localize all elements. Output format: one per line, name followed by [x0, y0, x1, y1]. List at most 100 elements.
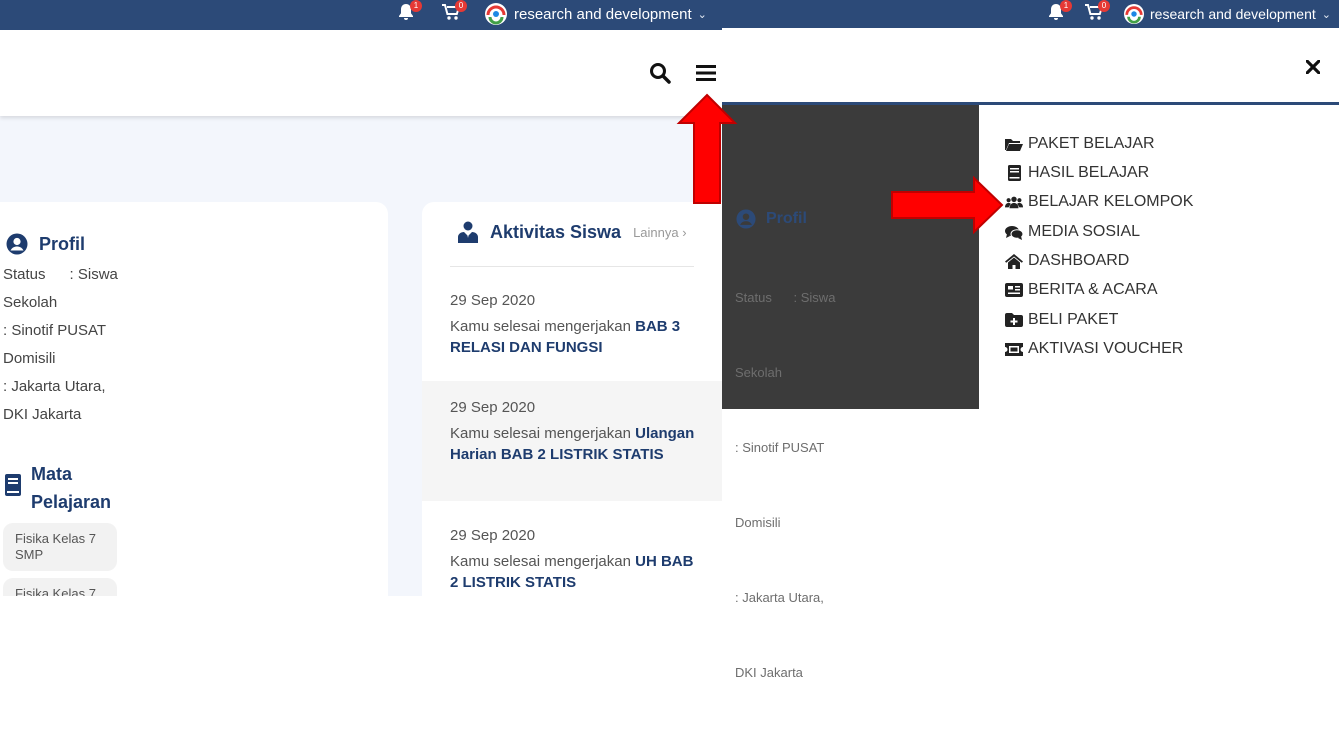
close-button[interactable]: [1304, 58, 1322, 76]
users-icon: [1005, 194, 1023, 210]
menu-item-belajar-kelompok[interactable]: BELAJAR KELOMPOK: [1005, 190, 1193, 214]
dim-domisili-value1: : Jakarta Utara,: [735, 590, 824, 605]
domisili-label: Domisili: [3, 350, 56, 367]
comments-icon: [1005, 224, 1023, 240]
folder-plus-icon: [1005, 312, 1023, 328]
top-bar-right: 1 0 research and development ⌄: [722, 0, 1339, 28]
activity-text: Kamu selesai mengerjakan BAB 3 RELASI DA…: [450, 316, 700, 358]
subject-chip[interactable]: Fisika Kelas 7: [3, 578, 117, 596]
menu-item-aktivasi-voucher[interactable]: AKTIVASI VOUCHER: [1005, 337, 1183, 361]
aktivitas-card: Aktivitas Siswa Lainnya › 29 Sep 2020 Ka…: [422, 202, 722, 596]
menu-label: AKTIVASI VOUCHER: [1028, 340, 1184, 357]
app-header: [0, 30, 722, 116]
cart-button[interactable]: 0: [441, 0, 467, 28]
user-name: research and development: [514, 5, 692, 23]
left-screen: Profil Status : Siswa Sekolah : Sinotif P…: [0, 30, 722, 596]
cart-icon: 0: [1084, 0, 1110, 26]
close-icon: [1306, 60, 1320, 74]
chevron-down-icon: ⌄: [697, 8, 707, 21]
up-arrow-annotation: [676, 93, 738, 204]
menu-item-hasil-belajar[interactable]: HASIL BELAJAR: [1005, 161, 1149, 185]
activity-prefix: Kamu selesai mengerjakan: [450, 553, 631, 570]
bell-icon: 1: [396, 0, 422, 26]
lainnya-link[interactable]: Lainnya ›: [633, 225, 686, 240]
menu-item-berita-acara[interactable]: BERITA & ACARA: [1005, 278, 1158, 302]
sekolah-value: : Sinotif PUSAT: [3, 322, 107, 339]
user-avatar: [1124, 4, 1144, 24]
menu-item-beli-paket[interactable]: BELI PAKET: [1005, 308, 1118, 332]
dim-domisili-value2: DKI Jakarta: [735, 665, 803, 680]
user-menu[interactable]: research and development ⌄: [485, 0, 707, 28]
bell-icon: 1: [1046, 0, 1072, 26]
user-circle-icon: [736, 209, 756, 229]
dim-sekolah-value: : Sinotif PUSAT: [735, 440, 825, 455]
menu-label: DASHBOARD: [1028, 252, 1130, 269]
activity-item[interactable]: 29 Sep 2020 Kamu selesai mengerjakan UH …: [422, 501, 722, 596]
dim-status: Status : Siswa: [735, 290, 836, 305]
cart-button[interactable]: 0: [1084, 0, 1110, 28]
sekolah-label: Sekolah: [3, 294, 58, 311]
aktivitas-heading: Aktivitas Siswa Lainnya ›: [456, 221, 687, 243]
notification-button[interactable]: 1: [396, 0, 422, 28]
dim-domisili: Domisili: [735, 515, 781, 530]
activity-text: Kamu selesai mengerjakan UH BAB 2 LISTRI…: [450, 551, 700, 593]
status-label: Status: [3, 266, 46, 283]
activity-item[interactable]: 29 Sep 2020 Kamu selesai mengerjakan BAB…: [422, 280, 722, 381]
mapel-title-line1: Mata: [31, 464, 73, 484]
book-icon: [5, 474, 21, 496]
domisili-value-line2: DKI Jakarta: [3, 406, 82, 423]
user-avatar: [485, 3, 507, 25]
activity-text: Kamu selesai mengerjakan Ulangan Harian …: [450, 423, 700, 465]
menu-item-paket-belajar[interactable]: PAKET BELAJAR: [1005, 132, 1155, 156]
user-menu[interactable]: research and development ⌄: [1124, 0, 1331, 28]
mapel-heading: Mata Pelajaran: [5, 460, 111, 516]
cart-badge: 0: [1098, 0, 1110, 12]
user-tie-icon: [458, 221, 478, 243]
notification-badge: 1: [410, 0, 422, 12]
menu-item-dashboard[interactable]: DASHBOARD: [1005, 249, 1129, 273]
cart-icon: 0: [441, 0, 467, 26]
user-circle-icon: [6, 233, 28, 255]
menu-label: BELI PAKET: [1028, 311, 1119, 328]
activity-date: 29 Sep 2020: [450, 292, 536, 309]
search-icon: [650, 63, 671, 84]
profil-card: Profil Status : Siswa Sekolah : Sinotif P…: [0, 202, 388, 596]
home-icon: [1005, 253, 1023, 269]
activity-prefix: Kamu selesai mengerjakan: [450, 318, 631, 335]
side-menu: PAKET BELAJAR HASIL BELAJAR BELAJAR KELO…: [979, 105, 1339, 595]
book-icon: [1005, 165, 1023, 181]
folder-open-icon: [1005, 136, 1023, 152]
chevron-down-icon: ⌄: [1321, 8, 1331, 21]
activity-date: 29 Sep 2020: [450, 527, 536, 544]
menu-label: PAKET BELAJAR: [1028, 135, 1155, 152]
dim-profil-title: Profil: [766, 210, 807, 227]
menu-item-media-sosial[interactable]: MEDIA SOSIAL: [1005, 220, 1140, 244]
top-bar-left: 1 0 research and development ⌄: [0, 0, 722, 30]
notification-badge: 1: [1060, 0, 1072, 12]
ticket-icon: [1005, 341, 1023, 357]
dim-sekolah: Sekolah: [735, 365, 782, 380]
user-name: research and development: [1150, 6, 1316, 22]
subject-chip[interactable]: Fisika Kelas 7 SMP: [3, 523, 117, 571]
drawer-header: [722, 28, 1339, 105]
hamburger-menu-button[interactable]: [695, 63, 717, 83]
notification-button[interactable]: 1: [1046, 0, 1072, 28]
newspaper-icon: [1005, 282, 1023, 298]
right-arrow-annotation: [891, 176, 1004, 234]
hamburger-icon: [696, 65, 716, 81]
dim-profil-heading: Profil: [736, 209, 807, 229]
cart-badge: 0: [455, 0, 467, 12]
activity-date: 29 Sep 2020: [450, 399, 536, 416]
profil-info: Status : Siswa Sekolah : Sinotif PUSAT Do…: [3, 261, 118, 429]
menu-label: MEDIA SOSIAL: [1028, 223, 1141, 240]
aktivitas-title: Aktivitas Siswa: [490, 221, 622, 242]
menu-label: HASIL BELAJAR: [1028, 164, 1150, 181]
activity-prefix: Kamu selesai mengerjakan: [450, 425, 631, 442]
divider: [450, 266, 694, 267]
status-value: : Siswa: [69, 266, 118, 283]
search-button[interactable]: [649, 62, 671, 84]
profil-heading: Profil: [6, 233, 85, 255]
dim-profil-info: Status : Siswa Sekolah : Sinotif PUSAT D…: [735, 235, 835, 735]
profil-title: Profil: [39, 233, 86, 254]
activity-item[interactable]: 29 Sep 2020 Kamu selesai mengerjakan Ula…: [422, 381, 722, 501]
